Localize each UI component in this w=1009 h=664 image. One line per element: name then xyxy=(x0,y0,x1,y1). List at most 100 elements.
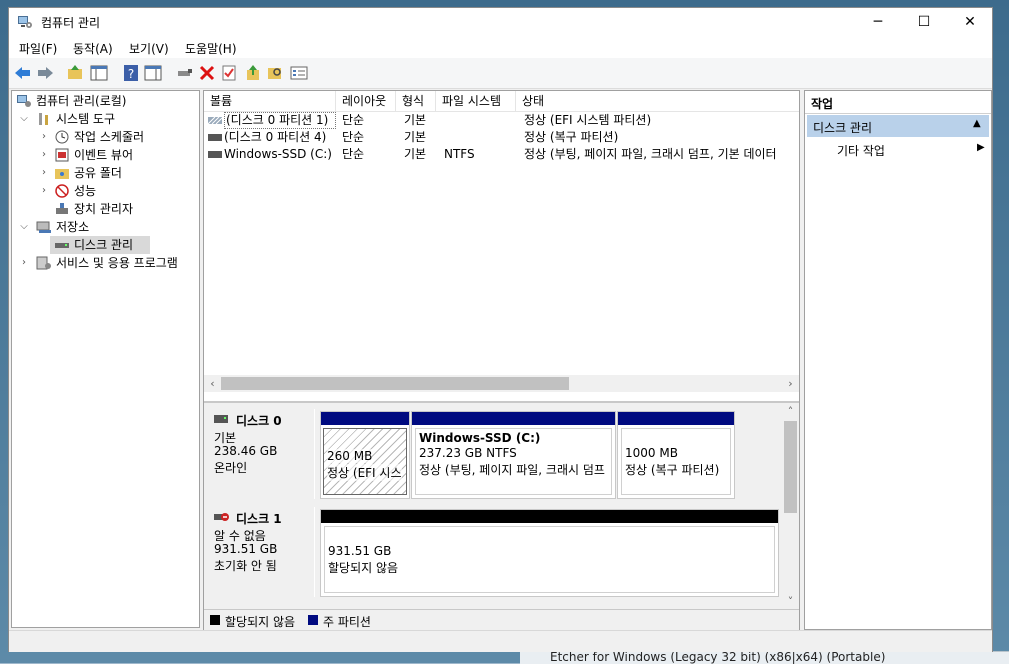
actions-section-disk-management[interactable]: 디스크 관리 ▲ xyxy=(807,115,989,137)
disk-state: 온라인 xyxy=(214,461,248,475)
back-arrow-icon[interactable] xyxy=(13,63,33,83)
chevron-right-icon[interactable]: › xyxy=(38,182,50,200)
disk-error-icon xyxy=(214,513,229,521)
computer-management-window: 컴퓨터 관리 ─ ☐ ✕ 파일(F) 동작(A) 보기(V) 도움말(H) ? … xyxy=(8,7,993,652)
maximize-button[interactable]: ☐ xyxy=(901,8,947,36)
chevron-down-icon[interactable]: ⌵ xyxy=(18,110,30,128)
disk-management-pane: 볼륨 레이아웃 형식 파일 시스템 상태 (디스크 0 파티션 1) 단순 기본… xyxy=(203,90,800,630)
menu-view[interactable]: 보기(V) xyxy=(129,40,169,57)
volume-status: 정상 (EFI 시스템 파티션) xyxy=(524,113,652,127)
partition-body: 1000 MB 정상 (복구 파티션) xyxy=(621,428,731,495)
partition-windows-ssd[interactable]: Windows-SSD (C:) 237.23 GB NTFS 정상 (부팅, … xyxy=(411,411,616,499)
disk-0-info[interactable]: 디스크 0 기본 238.46 GB 온라인 xyxy=(208,409,315,499)
scroll-right-icon[interactable]: › xyxy=(782,375,799,392)
partition-efi[interactable]: 260 MB 정상 (EFI 시스 xyxy=(320,411,410,499)
tree-label: 저장소 xyxy=(56,220,90,234)
disk-size: 931.51 GB xyxy=(214,542,278,556)
column-header-filesystem[interactable]: 파일 시스템 xyxy=(436,91,516,111)
partition-status: 정상 (EFI 시스 xyxy=(327,464,402,481)
connect-drive-icon[interactable] xyxy=(175,63,195,83)
scroll-down-icon[interactable]: ˅ xyxy=(782,593,799,610)
volume-name: (디스크 0 파티션 1) xyxy=(224,112,336,129)
up-folder-icon[interactable] xyxy=(65,63,85,83)
column-header-status[interactable]: 상태 xyxy=(516,91,799,111)
disk-drive-icon xyxy=(214,415,228,423)
background-window-title: Etcher for Windows (Legacy 32 bit) (x86|… xyxy=(550,651,886,664)
help-icon[interactable]: ? xyxy=(121,63,141,83)
primary-partition-bar xyxy=(618,412,734,425)
partition-size: 260 MB xyxy=(327,449,373,463)
legend-unallocated-label: 할당되지 않음 xyxy=(225,615,296,629)
scroll-up-icon[interactable]: ˄ xyxy=(782,403,799,420)
volume-icon xyxy=(208,134,222,141)
volume-name: (디스크 0 파티션 4) xyxy=(224,130,327,144)
menu-bar: 파일(F) 동작(A) 보기(V) 도움말(H) xyxy=(9,36,992,58)
partition-size: 237.23 GB NTFS xyxy=(419,446,517,460)
table-row[interactable]: Windows-SSD (C:) 단순 기본 NTFS 정상 (부팅, 페이지 … xyxy=(204,146,799,163)
chevron-right-icon[interactable]: › xyxy=(38,128,50,146)
delete-icon[interactable] xyxy=(197,63,217,83)
chevron-right-icon[interactable]: › xyxy=(18,254,30,272)
vertical-scrollbar[interactable]: ˄ ˅ xyxy=(782,403,799,611)
column-header-type[interactable]: 형식 xyxy=(396,91,436,111)
scroll-thumb[interactable] xyxy=(784,421,797,513)
title-bar[interactable]: 컴퓨터 관리 ─ ☐ ✕ xyxy=(9,8,992,36)
more-actions-label: 기타 작업 xyxy=(837,144,885,158)
partition-recovery[interactable]: 1000 MB 정상 (복구 파티션) xyxy=(617,411,735,499)
show-hide-action-pane-icon[interactable] xyxy=(143,63,163,83)
submenu-arrow-icon: ▶ xyxy=(977,142,985,153)
horizontal-scrollbar[interactable]: ‹ › xyxy=(204,375,799,392)
partition-body: 931.51 GB 할당되지 않음 xyxy=(324,526,775,593)
table-row[interactable]: (디스크 0 파티션 4) 단순 기본 정상 (복구 파티션) xyxy=(204,129,799,146)
partition-body: 260 MB 정상 (EFI 시스 xyxy=(323,428,407,495)
chevron-right-icon[interactable]: › xyxy=(38,146,50,164)
scroll-left-icon[interactable]: ‹ xyxy=(204,375,221,392)
services-icon xyxy=(36,256,51,270)
export-list-icon[interactable] xyxy=(243,63,263,83)
search-folder-icon[interactable] xyxy=(265,63,285,83)
console-tree: 컴퓨터 관리(로컬) ⌵ 시스템 도구 › 작업 스케줄러 › 이벤트 뷰어 ›… xyxy=(11,90,200,628)
properties-icon[interactable] xyxy=(289,63,309,83)
background-window[interactable]: Etcher for Windows (Legacy 32 bit) (x86|… xyxy=(520,651,1009,664)
menu-help[interactable]: 도움말(H) xyxy=(185,40,237,57)
performance-icon xyxy=(55,184,69,198)
volume-status: 정상 (부팅, 페이지 파일, 크래시 덤프, 기본 데이터 xyxy=(524,147,777,161)
column-header-volume[interactable]: 볼륨 xyxy=(204,91,336,111)
forward-arrow-icon[interactable] xyxy=(35,63,55,83)
more-actions-item[interactable]: 기타 작업 ▶ xyxy=(807,139,989,159)
volume-list-header: 볼륨 레이아웃 형식 파일 시스템 상태 xyxy=(204,91,799,112)
show-hide-console-tree-icon[interactable] xyxy=(89,63,109,83)
properties-checklist-icon[interactable] xyxy=(219,63,239,83)
disk-1-info[interactable]: 디스크 1 알 수 없음 931.51 GB 초기화 안 됨 xyxy=(208,507,315,597)
actions-section-label: 디스크 관리 xyxy=(813,121,873,135)
partition-unallocated[interactable]: 931.51 GB 할당되지 않음 xyxy=(320,509,779,597)
event-viewer-icon xyxy=(55,148,69,162)
primary-partition-bar xyxy=(412,412,615,425)
chevron-down-icon[interactable]: ⌵ xyxy=(18,218,30,236)
menu-action[interactable]: 동작(A) xyxy=(73,40,113,57)
volume-layout: 단순 xyxy=(342,147,365,161)
tree-label: 시스템 도구 xyxy=(56,112,116,126)
tree-label: 성능 xyxy=(74,184,97,198)
tree-label: 작업 스케줄러 xyxy=(74,130,145,144)
disk-size: 238.46 GB xyxy=(214,444,278,458)
partition-size: 1000 MB xyxy=(625,446,678,460)
tree-item-disk-management[interactable]: 디스크 관리 xyxy=(50,236,150,254)
collapse-up-icon[interactable]: ▲ xyxy=(973,118,981,129)
chevron-right-icon[interactable]: › xyxy=(38,164,50,182)
table-row[interactable]: (디스크 0 파티션 1) 단순 기본 정상 (EFI 시스템 파티션) xyxy=(204,112,799,129)
volume-name: Windows-SSD (C:) xyxy=(224,147,332,161)
legend-primary-label: 주 파티션 xyxy=(323,615,371,629)
scroll-thumb[interactable] xyxy=(221,377,569,390)
tree-label: 이벤트 뷰어 xyxy=(74,148,134,162)
primary-partition-bar xyxy=(321,412,409,425)
volume-status: 정상 (복구 파티션) xyxy=(524,130,619,144)
close-button[interactable]: ✕ xyxy=(947,8,993,36)
volume-filesystem: NTFS xyxy=(444,147,475,161)
legend-unallocated-swatch xyxy=(210,615,220,625)
menu-file[interactable]: 파일(F) xyxy=(19,40,57,57)
minimize-button[interactable]: ─ xyxy=(855,8,901,36)
volume-layout: 단순 xyxy=(342,113,365,127)
column-header-layout[interactable]: 레이아웃 xyxy=(336,91,396,111)
partition-status: 정상 (복구 파티션) xyxy=(625,463,720,477)
